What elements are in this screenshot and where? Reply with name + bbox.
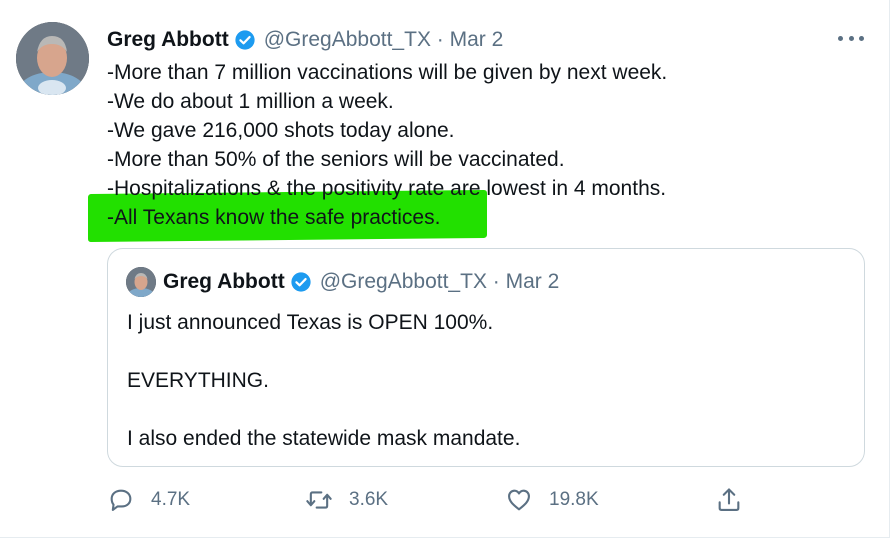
reply-button[interactable]: 4.7K bbox=[107, 484, 190, 516]
share-button[interactable] bbox=[715, 484, 743, 516]
quoted-author-handle-date: @GregAbbott_TX · Mar 2 bbox=[319, 270, 560, 293]
author-handle-date[interactable]: @GregAbbott_TX · Mar 2 bbox=[264, 28, 504, 52]
share-icon bbox=[718, 488, 740, 511]
tweet-line: -We do about 1 million a week. bbox=[107, 90, 394, 113]
tweet-line: -More than 50% of the seniors will be va… bbox=[107, 148, 565, 171]
quoted-line: EVERYTHING. bbox=[127, 369, 269, 392]
reply-count: 4.7K bbox=[151, 489, 191, 510]
quoted-line: I also ended the statewide mask mandate. bbox=[127, 427, 521, 450]
tweet-line: -More than 7 million vaccinations will b… bbox=[107, 61, 668, 84]
quoted-tweet-header: Greg Abbott @GregAbbott_TX · Mar 2 bbox=[163, 269, 559, 295]
quoted-line: I just announced Texas is OPEN 100%. bbox=[127, 311, 494, 334]
like-count: 19.8K bbox=[549, 489, 599, 510]
quoted-tweet-text: I just announced Texas is OPEN 100%. EVE… bbox=[127, 308, 847, 453]
quoted-tweet[interactable]: Greg Abbott @GregAbbott_TX · Mar 2 I jus… bbox=[107, 248, 865, 467]
retweet-icon bbox=[306, 491, 332, 509]
retweet-button[interactable]: 3.6K bbox=[305, 484, 388, 516]
verified-badge-icon bbox=[291, 272, 311, 292]
like-button[interactable]: 19.8K bbox=[505, 484, 599, 516]
reply-icon bbox=[110, 489, 132, 511]
tweet-text: -More than 7 million vaccinations will b… bbox=[107, 58, 847, 232]
author-avatar[interactable] bbox=[16, 22, 89, 95]
like-icon bbox=[508, 489, 530, 511]
tweet-line-highlighted: -All Texans know the safe practices. bbox=[107, 206, 441, 229]
quoted-author-avatar bbox=[126, 267, 156, 297]
tweet-actions: 4.7K 3.6K 19.8K bbox=[107, 484, 757, 516]
tweet-line: -Hospitalizations & the positivity rate … bbox=[107, 177, 667, 200]
tweet-header: Greg Abbott @GregAbbott_TX · Mar 2 bbox=[107, 27, 503, 53]
author-name[interactable]: Greg Abbott bbox=[107, 28, 229, 52]
more-options-icon[interactable] bbox=[838, 30, 864, 46]
verified-badge-icon bbox=[235, 30, 255, 50]
quoted-author-name: Greg Abbott bbox=[163, 270, 285, 293]
tweet-line: -We gave 216,000 shots today alone. bbox=[107, 119, 455, 142]
retweet-count: 3.6K bbox=[349, 489, 389, 510]
